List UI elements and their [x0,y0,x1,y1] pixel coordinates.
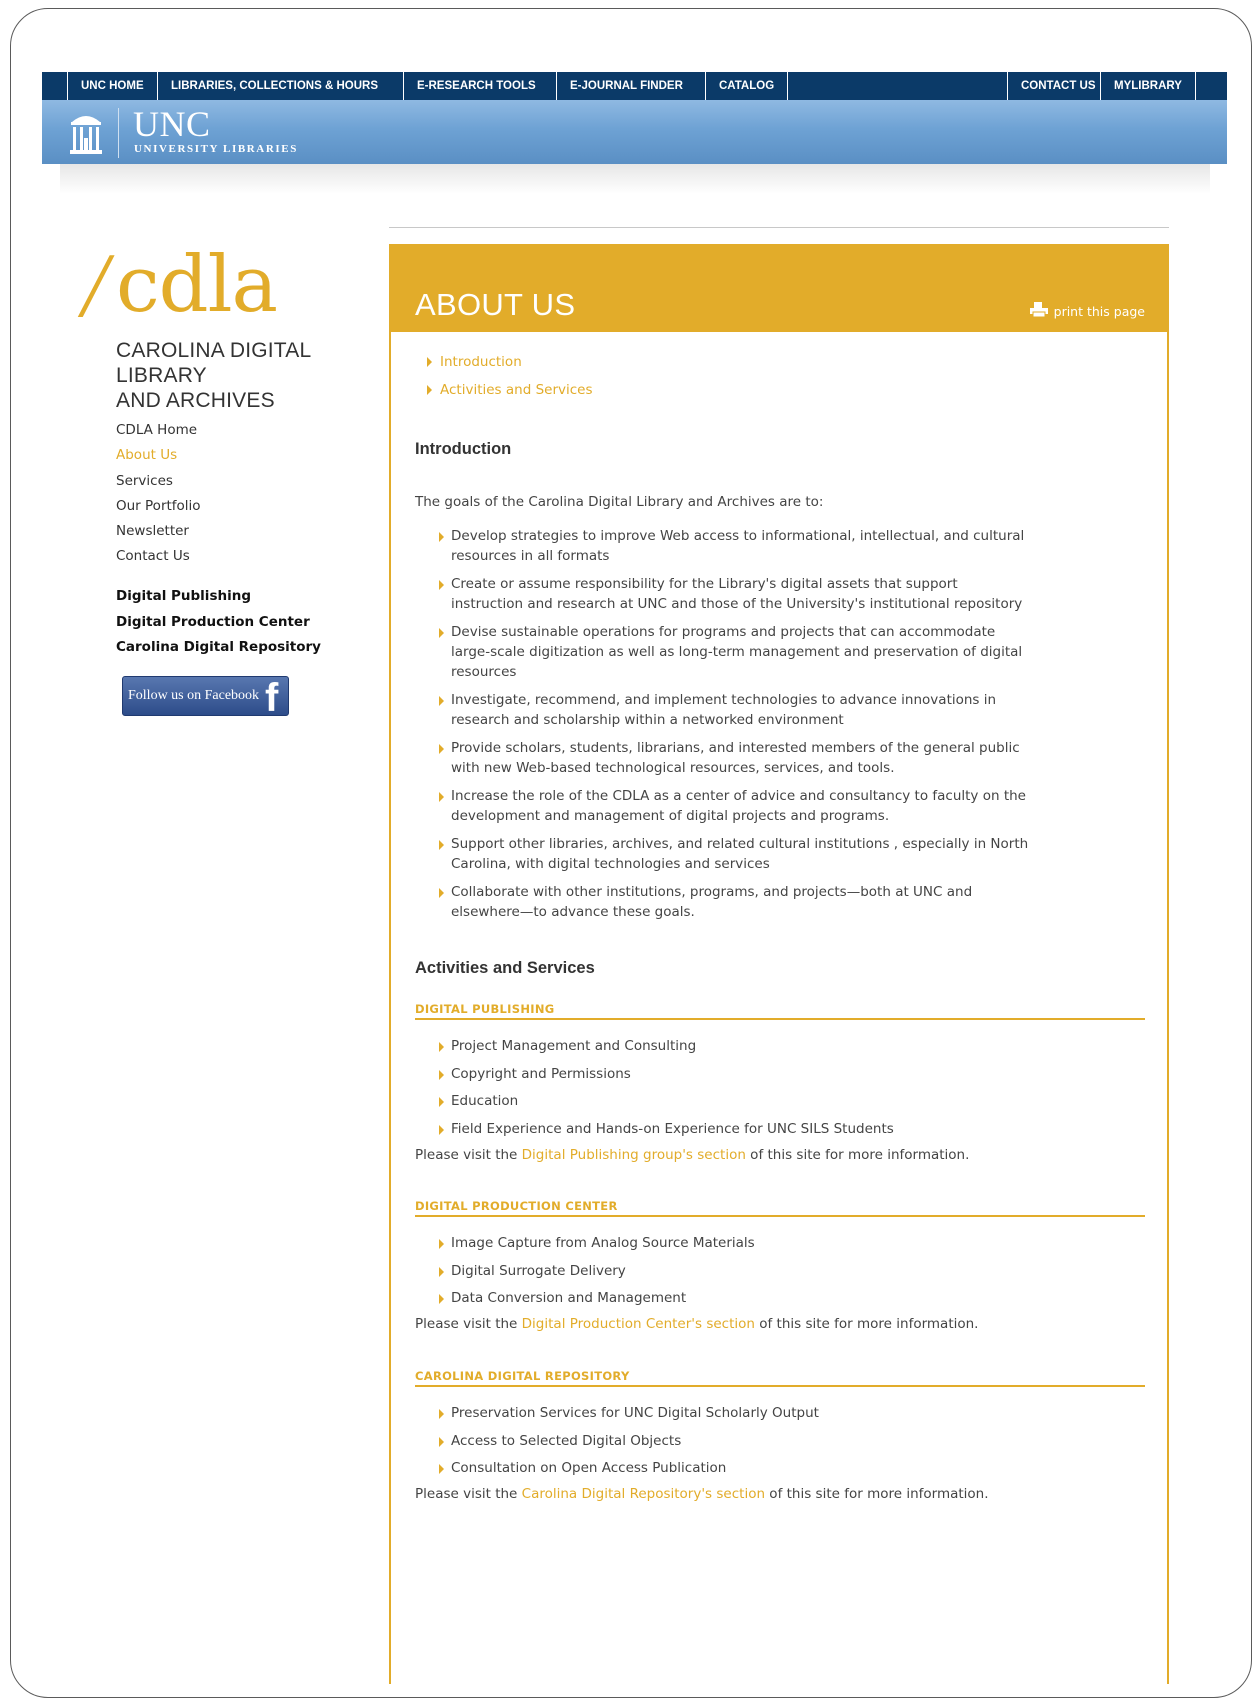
left-nav-digital-publishing[interactable]: Digital Publishing [116,586,321,612]
list-item: Project Management and Consulting [439,1036,1029,1064]
list-item: Field Experience and Hands-on Experience… [439,1119,1029,1147]
list-item: Data Conversion and Management [439,1288,1029,1316]
left-nav-about-us[interactable]: About Us [116,445,201,470]
carolina-repository-subheading: CAROLINA DIGITAL REPOSITORY [415,1369,1145,1387]
nav-e-research-tools[interactable]: E-RESEARCH TOOLS [403,72,549,100]
digital-publishing-list: Project Management and Consulting Copyri… [439,1036,1029,1146]
list-item: Digital Surrogate Delivery [439,1261,1029,1289]
digital-publishing-subheading: DIGITAL PUBLISHING [415,1002,1145,1020]
left-nav-newsletter[interactable]: Newsletter [116,521,201,546]
left-navigation-groups: Digital Publishing Digital Production Ce… [116,586,321,663]
facebook-icon: f [265,676,279,720]
print-page-label: print this page [1053,304,1145,319]
banner-divider [118,108,119,158]
list-item: Access to Selected Digital Objects [439,1431,1029,1459]
list-item: Preservation Services for UNC Digital Sc… [439,1403,1029,1431]
content-top-rule [389,227,1169,228]
list-item: Increase the role of the CDLA as a cente… [439,786,1029,826]
left-nav-cdla-home[interactable]: CDLA Home [116,420,201,445]
carolina-repository-list: Preservation Services for UNC Digital Sc… [439,1403,1029,1486]
cdla-logo-slash: / [82,234,108,336]
list-item: Education [439,1091,1029,1119]
banner-shadow [60,164,1210,194]
list-item: Devise sustainable operations for progra… [439,622,1029,682]
carolina-repository-section-link[interactable]: Carolina Digital Repository's section [522,1486,765,1502]
visit-prefix: Please visit the [415,1316,522,1332]
toc-activities-link[interactable]: Activities and Services [427,380,593,408]
nav-e-journal-finder[interactable]: E-JOURNAL FINDER [556,72,696,100]
carolina-repository-visit-text: Please visit the Carolina Digital Reposi… [415,1486,989,1502]
university-libraries-label: UNIVERSITY LIBRARIES [134,143,298,155]
left-nav-services[interactable]: Services [116,471,201,496]
list-item: Image Capture from Analog Source Materia… [439,1233,1029,1261]
list-item: Provide scholars, students, librarians, … [439,738,1029,778]
list-item: Create or assume responsibility for the … [439,574,1029,614]
visit-prefix: Please visit the [415,1486,522,1502]
digital-production-subheading: DIGITAL PRODUCTION CENTER [415,1199,1145,1217]
visit-suffix: of this site for more information. [745,1147,970,1163]
nav-libraries-collections-hours[interactable]: LIBRARIES, COLLECTIONS & HOURS [157,72,391,100]
introduction-heading: Introduction [415,440,512,458]
visit-suffix: of this site for more information. [765,1486,989,1502]
cdla-title-line-1: CAROLINA DIGITAL LIBRARY [116,339,311,387]
left-nav-our-portfolio[interactable]: Our Portfolio [116,496,201,521]
list-item: Develop strategies to improve Web access… [439,526,1029,566]
unc-wordmark[interactable]: UNC [133,104,211,144]
page-title: ABOUT US [415,287,576,322]
list-item: Investigate, recommend, and implement te… [439,690,1029,730]
print-page-link[interactable]: print this page [1029,302,1145,319]
list-item: Consultation on Open Access Publication [439,1458,1029,1486]
cdla-logo-word: cdla [116,240,278,330]
left-nav-digital-production-center[interactable]: Digital Production Center [116,612,321,638]
list-item: Collaborate with other institutions, pro… [439,882,1029,922]
left-nav-carolina-digital-repository[interactable]: Carolina Digital Repository [116,637,321,663]
nav-mylibrary[interactable]: MYLIBRARY [1100,72,1196,100]
page-header-bar: ABOUT US print this page [391,244,1167,332]
main-content: ABOUT US print this page Introduction Ac… [389,244,1169,1684]
top-navigation-bar: UNC HOME LIBRARIES, COLLECTIONS & HOURS … [42,72,1227,101]
left-navigation: CDLA Home About Us Services Our Portfoli… [116,420,201,572]
list-item: Copyright and Permissions [439,1064,1029,1092]
facebook-follow-label: Follow us on Facebook [128,688,260,703]
activities-heading: Activities and Services [415,959,595,977]
old-well-icon [70,116,102,154]
nav-unc-home[interactable]: UNC HOME [67,72,157,100]
facebook-follow-button[interactable]: Follow us on Facebook f [122,676,289,720]
unc-libraries-banner: UNC UNIVERSITY LIBRARIES [42,100,1227,164]
cdla-full-title: CAROLINA DIGITAL LIBRARY AND ARCHIVES [116,338,376,413]
digital-production-list: Image Capture from Analog Source Materia… [439,1233,1029,1316]
visit-suffix: of this site for more information. [754,1316,979,1332]
nav-catalog[interactable]: CATALOG [705,72,789,100]
toc-introduction-link[interactable]: Introduction [427,352,593,380]
digital-production-section-link[interactable]: Digital Production Center's section [522,1316,755,1332]
list-item: Support other libraries, archives, and r… [439,834,1029,874]
digital-publishing-section-link[interactable]: Digital Publishing group's section [522,1147,746,1163]
visit-prefix: Please visit the [415,1147,522,1163]
cdla-title-line-2: AND ARCHIVES [116,389,275,412]
goals-list: Develop strategies to improve Web access… [439,526,1029,930]
digital-production-visit-text: Please visit the Digital Production Cent… [415,1316,978,1332]
table-of-contents: Introduction Activities and Services [427,352,593,408]
digital-publishing-visit-text: Please visit the Digital Publishing grou… [415,1147,969,1163]
left-nav-contact-us[interactable]: Contact Us [116,546,201,571]
nav-contact-us[interactable]: CONTACT US [1007,72,1109,100]
introduction-lead: The goals of the Carolina Digital Librar… [415,494,824,510]
printer-icon [1029,302,1048,317]
